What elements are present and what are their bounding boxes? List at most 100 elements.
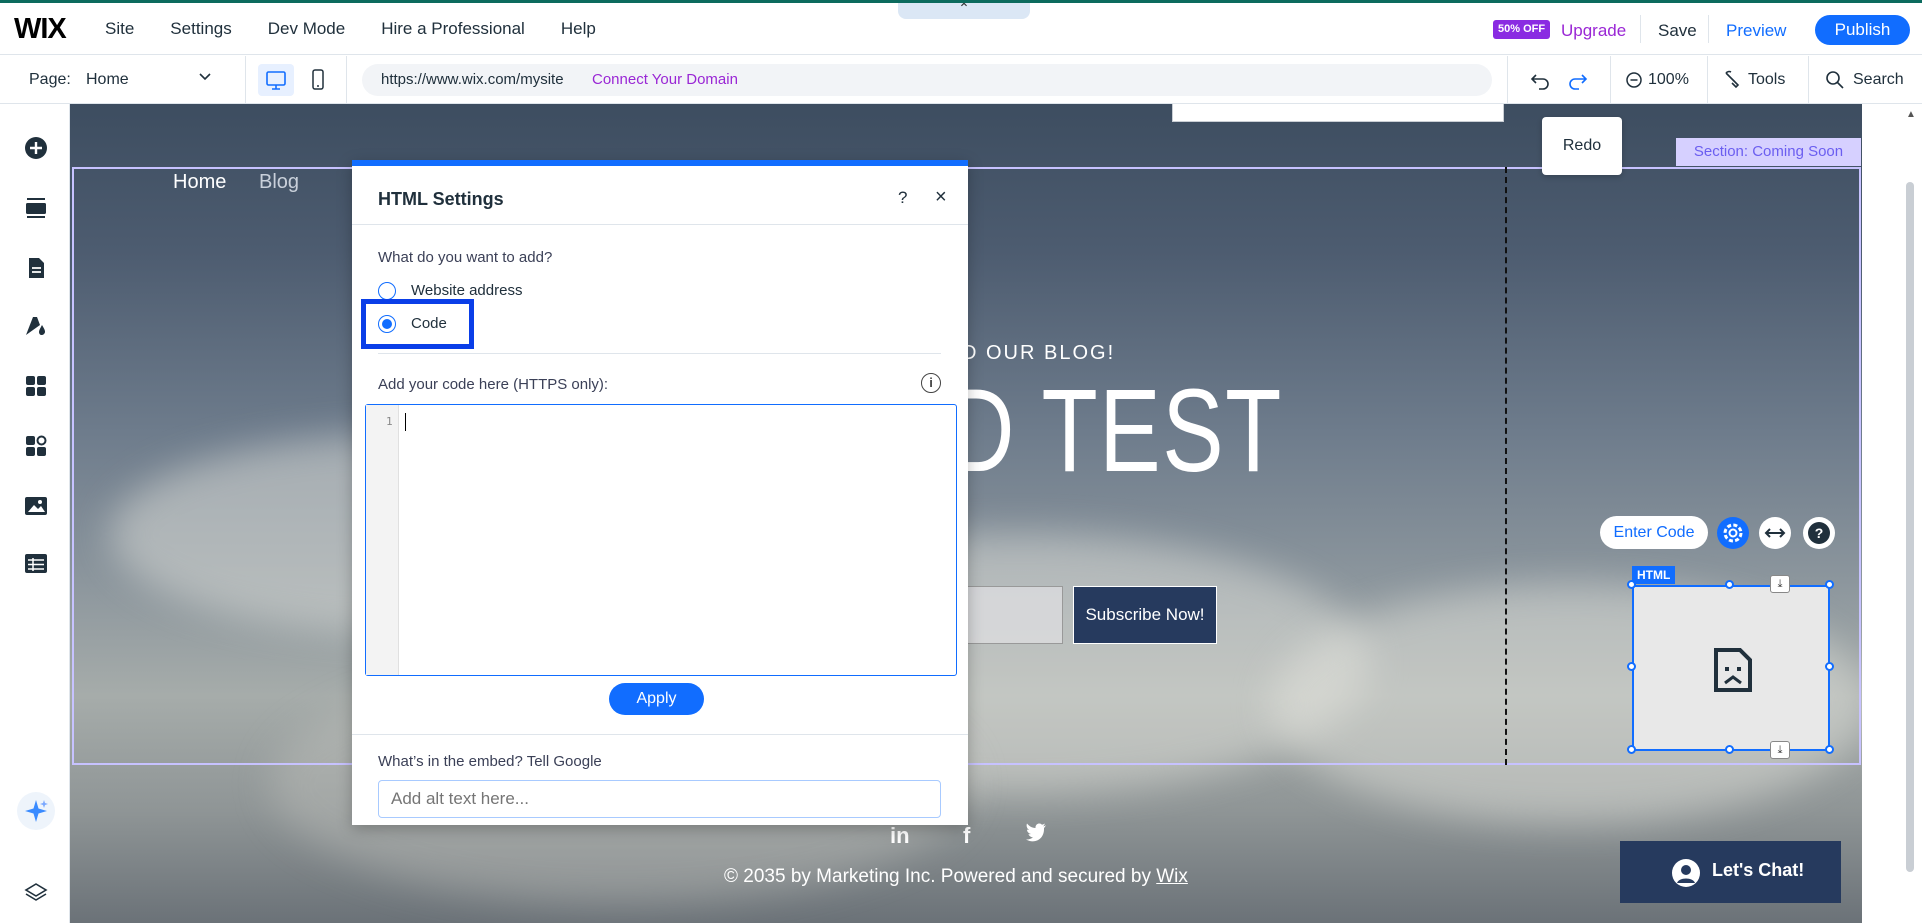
website-address-radio[interactable]: [378, 282, 396, 300]
facebook-icon[interactable]: f: [963, 823, 970, 849]
blog-heading[interactable]: D OUR BLOG!: [962, 342, 1115, 365]
help-button[interactable]: ?: [1803, 517, 1835, 549]
business-tools-icon[interactable]: [23, 433, 49, 459]
desktop-icon: [266, 71, 286, 90]
tools-icon[interactable]: [1718, 64, 1744, 96]
gear-icon: [1723, 523, 1743, 543]
code-editor[interactable]: 1: [365, 404, 957, 676]
dialog-help-icon[interactable]: ?: [898, 188, 907, 208]
enter-code-button[interactable]: Enter Code: [1600, 516, 1708, 549]
app-market-icon[interactable]: [23, 373, 49, 399]
search-button[interactable]: Search: [1853, 71, 1904, 89]
redo-tooltip: Redo: [1542, 117, 1622, 175]
pages-menu-icon[interactable]: [23, 255, 49, 281]
undo-button[interactable]: [1526, 64, 1556, 96]
desktop-view-button[interactable]: [258, 64, 294, 96]
redo-icon: [1569, 74, 1588, 90]
website-address-label[interactable]: Website address: [411, 282, 522, 299]
chevron-down-icon[interactable]: [198, 69, 212, 86]
twitter-icon[interactable]: [1024, 821, 1048, 849]
stretch-button[interactable]: [1759, 517, 1791, 549]
add-elements-icon[interactable]: [23, 135, 49, 161]
resize-handle[interactable]: [1825, 580, 1834, 589]
search-icon[interactable]: [1822, 64, 1848, 96]
html-element-tag: HTML: [1632, 566, 1676, 584]
user-avatar-icon: [1672, 859, 1700, 887]
code-radio[interactable]: [378, 315, 396, 333]
mobile-view-button[interactable]: [306, 64, 330, 96]
section-badge[interactable]: Section: Coming Soon: [1676, 138, 1861, 166]
wix-link[interactable]: Wix: [1156, 866, 1188, 887]
html-embed-element[interactable]: [1632, 585, 1830, 751]
zoom-level[interactable]: 100%: [1648, 71, 1689, 89]
site-design-icon[interactable]: [23, 313, 49, 339]
main-menu: Site Settings Dev Mode Hire a Profession…: [105, 3, 632, 55]
divider: [1507, 56, 1508, 104]
dialog-title: HTML Settings: [378, 189, 504, 209]
ai-assistant-icon[interactable]: [17, 792, 55, 830]
upgrade-link[interactable]: Upgrade: [1561, 21, 1626, 41]
html-settings-dialog: HTML Settings ? × What do you want to ad…: [352, 160, 968, 825]
help-icon: ?: [1808, 522, 1830, 544]
broken-document-icon: [1714, 648, 1752, 692]
site-url: https://www.wix.com/mysite: [381, 71, 564, 88]
layers-icon[interactable]: [23, 880, 49, 906]
anchor-bottom-icon[interactable]: ⤓: [1770, 741, 1790, 759]
undo-icon: [1530, 74, 1549, 90]
publish-button[interactable]: Publish: [1815, 15, 1910, 45]
collapse-toolbar-handle[interactable]: ⌃: [898, 3, 1030, 19]
media-icon[interactable]: [23, 493, 49, 519]
divider: [245, 56, 246, 104]
site-nav-home[interactable]: Home: [173, 171, 226, 194]
big-heading[interactable]: D TEST: [948, 363, 1283, 499]
redo-button[interactable]: [1562, 64, 1592, 96]
info-icon[interactable]: i: [921, 373, 941, 393]
add-section-icon[interactable]: [23, 195, 49, 221]
zoom-out-button[interactable]: [1622, 64, 1646, 96]
menu-site[interactable]: Site: [105, 19, 134, 39]
resize-handle[interactable]: [1725, 580, 1734, 589]
save-button[interactable]: Save: [1658, 21, 1697, 41]
anchor-top-icon[interactable]: ⤓: [1770, 575, 1790, 593]
site-nav-blog[interactable]: Blog: [259, 171, 299, 194]
scroll-up-icon[interactable]: ▲: [1906, 109, 1916, 120]
menu-settings[interactable]: Settings: [170, 19, 231, 39]
divider: [378, 353, 941, 354]
editor-toolbar: Page: Home https://www.wix.com/mysite Co…: [0, 56, 1922, 104]
divider: [1640, 15, 1641, 43]
svg-text:?: ?: [1815, 525, 1824, 541]
preview-button[interactable]: Preview: [1726, 21, 1786, 41]
page-label: Page:: [29, 71, 71, 88]
top-bar: WIX Site Settings Dev Mode Hire a Profes…: [0, 3, 1922, 55]
connect-domain-link[interactable]: Connect Your Domain: [592, 71, 738, 88]
alt-text-input[interactable]: [378, 780, 941, 818]
divider: [1610, 56, 1611, 104]
resize-handle[interactable]: [1627, 580, 1636, 589]
embed-description-label: What’s in the embed? Tell Google: [378, 753, 602, 770]
linkedin-icon[interactable]: in: [890, 823, 910, 849]
resize-handle[interactable]: [1825, 745, 1834, 754]
page-selector[interactable]: Home: [86, 71, 129, 89]
menu-hire-professional[interactable]: Hire a Professional: [381, 19, 525, 39]
zoom-out-icon: [1626, 72, 1642, 88]
resize-handle[interactable]: [1627, 662, 1636, 671]
code-input-label: Add your code here (HTTPS only):: [378, 376, 609, 393]
cms-icon[interactable]: [23, 551, 49, 577]
apply-button[interactable]: Apply: [609, 683, 704, 715]
settings-gear-button[interactable]: [1717, 517, 1749, 549]
dialog-close-icon[interactable]: ×: [935, 186, 947, 209]
resize-handle[interactable]: [1725, 745, 1734, 754]
code-label[interactable]: Code: [411, 315, 447, 332]
subscribe-button[interactable]: Subscribe Now!: [1073, 586, 1217, 644]
tools-button[interactable]: Tools: [1748, 71, 1785, 89]
wix-logo[interactable]: WIX: [14, 13, 67, 46]
menu-dev-mode[interactable]: Dev Mode: [268, 19, 345, 39]
menu-help[interactable]: Help: [561, 19, 596, 39]
scrollbar-thumb[interactable]: [1906, 182, 1914, 872]
resize-handle[interactable]: [1825, 662, 1834, 671]
canvas-scrollbar[interactable]: ▲: [1862, 104, 1922, 923]
resize-handle[interactable]: [1627, 745, 1636, 754]
text-cursor: [405, 413, 406, 431]
chat-button[interactable]: Let's Chat!: [1620, 841, 1841, 903]
divider: [352, 224, 968, 225]
